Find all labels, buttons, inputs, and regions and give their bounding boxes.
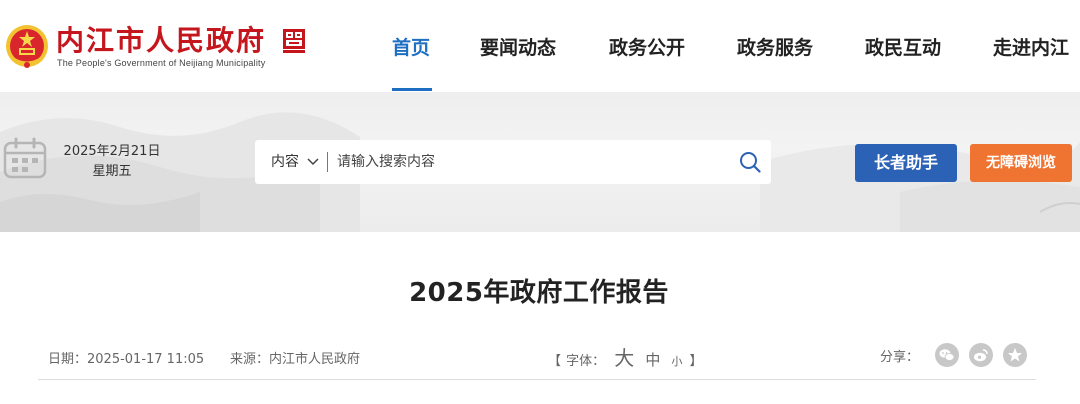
neijiang-seal-icon <box>283 29 305 53</box>
font-size-small-button[interactable]: 小 <box>671 353 682 369</box>
site-name[interactable]: 内江市人民政府 <box>56 26 266 56</box>
national-emblem-icon[interactable] <box>4 22 50 70</box>
search-icon[interactable] <box>739 151 761 173</box>
nav-about-neijiang[interactable]: 走进内江 <box>993 0 1069 92</box>
article-source: 来源：内江市人民政府 <box>230 352 361 367</box>
calendar-icon <box>3 137 47 179</box>
wechat-icon[interactable] <box>935 343 959 367</box>
toolbar-banner: 2025年2月21日 星期五 内容 长者助手 无障碍浏览 <box>0 92 1080 232</box>
elder-assistant-button[interactable]: 长者助手 <box>855 144 957 182</box>
search-input[interactable] <box>337 148 727 176</box>
search-divider <box>327 152 328 172</box>
article-date: 日期：2025-01-17 11:05 <box>48 352 205 367</box>
font-control-open-bracket: 【 <box>548 354 562 369</box>
font-size-large-button[interactable]: 大 <box>614 342 634 371</box>
nav-news[interactable]: 要闻动态 <box>480 0 556 92</box>
search-type-label: 内容 <box>271 154 299 170</box>
font-size-medium-button[interactable]: 中 <box>645 349 660 370</box>
nav-government-affairs[interactable]: 政务公开 <box>609 0 685 92</box>
accessibility-button[interactable]: 无障碍浏览 <box>970 144 1072 182</box>
nav-government-services[interactable]: 政务服务 <box>737 0 813 92</box>
font-control-close-bracket: 】 <box>689 354 703 369</box>
article-panel: 2025年政府工作报告 日期：2025-01-17 11:05 来源：内江市人民… <box>0 232 1080 404</box>
site-name-english: The People's Government of Neijiang Muni… <box>57 58 266 68</box>
site-header: 内江市人民政府 The People's Government of Neiji… <box>0 0 1080 92</box>
search-box: 内容 <box>255 140 771 184</box>
meta-divider <box>38 379 1036 380</box>
weekday-label: 星期五 <box>92 164 132 179</box>
article-title: 2025年政府工作报告 <box>409 278 669 308</box>
favorite-icon[interactable] <box>1003 343 1027 367</box>
font-size-control: 【 字体： 大 中 小 】 <box>548 342 703 370</box>
date-label: 2025年2月21日 <box>63 144 161 159</box>
share-label: 分享： <box>880 350 920 365</box>
current-date: 2025年2月21日 星期五 <box>62 142 162 182</box>
nav-active-indicator <box>392 88 432 91</box>
weibo-icon[interactable] <box>969 343 993 367</box>
font-size-label: 字体： <box>566 354 606 369</box>
nav-interaction[interactable]: 政民互动 <box>865 0 941 92</box>
search-type-select[interactable]: 内容 <box>271 140 319 184</box>
chevron-down-icon <box>307 158 319 166</box>
nav-home[interactable]: 首页 <box>392 0 430 92</box>
